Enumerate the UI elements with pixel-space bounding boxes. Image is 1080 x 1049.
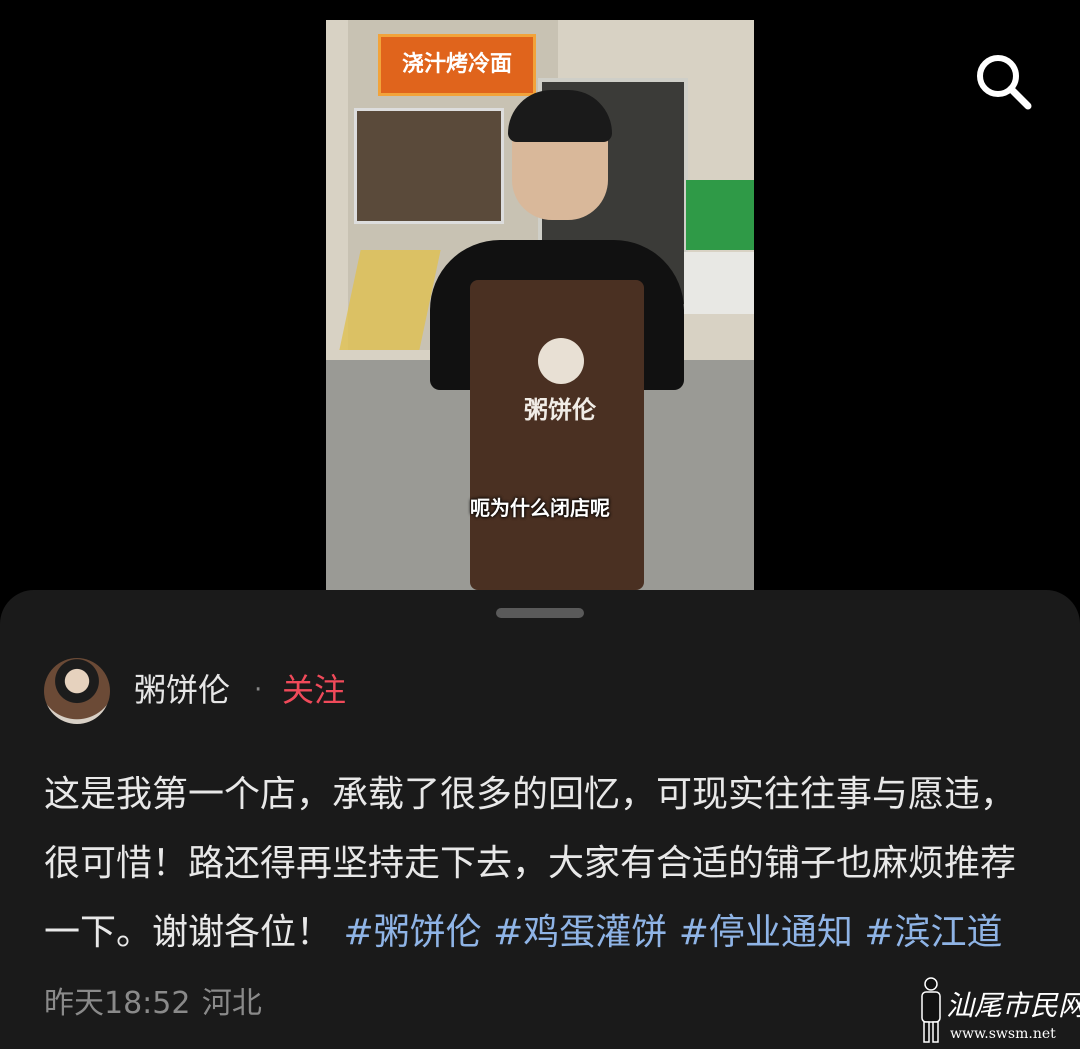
apron-logo xyxy=(538,338,584,384)
watermark: 汕尾市民网 www.swsm.net xyxy=(916,976,1080,1046)
hashtag-link[interactable]: #滨江道 xyxy=(864,912,1002,953)
apron-text: 粥饼伦 xyxy=(524,396,596,424)
avatar[interactable] xyxy=(44,658,110,724)
person-apron xyxy=(470,280,644,590)
hashtag-link[interactable]: #停业通知 xyxy=(679,912,853,953)
hashtag-link[interactable]: #粥饼伦 xyxy=(343,912,481,953)
separator-dot: · xyxy=(254,675,263,705)
sheet-drag-handle[interactable] xyxy=(496,608,584,618)
watermark-name: 汕尾市民网 xyxy=(946,989,1080,1022)
person-hair xyxy=(508,90,612,142)
post-time: 昨天18:52 xyxy=(44,986,191,1021)
search-icon[interactable] xyxy=(972,50,1036,114)
ac-unit xyxy=(684,252,754,314)
shop-sign: 浇汁烤冷面 xyxy=(378,34,536,96)
post-caption: 这是我第一个店，承载了很多的回忆，可现实往往事与愿违，很可惜！路还得再坚持走下去… xyxy=(44,760,1036,1038)
video-player[interactable]: 浇汁烤冷面 粥饼伦 呃为什么闭店呢 xyxy=(326,20,754,590)
username[interactable]: 粥饼伦 xyxy=(134,666,230,714)
post-location: 河北 xyxy=(201,986,262,1021)
video-subtitle: 呃为什么闭店呢 xyxy=(470,496,610,520)
watermark-url: www.swsm.net xyxy=(950,1026,1056,1042)
watermark-figure-icon xyxy=(921,977,941,1043)
follow-button[interactable]: 关注 xyxy=(282,666,346,714)
green-crates xyxy=(686,180,754,250)
hashtag-link[interactable]: #鸡蛋灌饼 xyxy=(493,912,667,953)
